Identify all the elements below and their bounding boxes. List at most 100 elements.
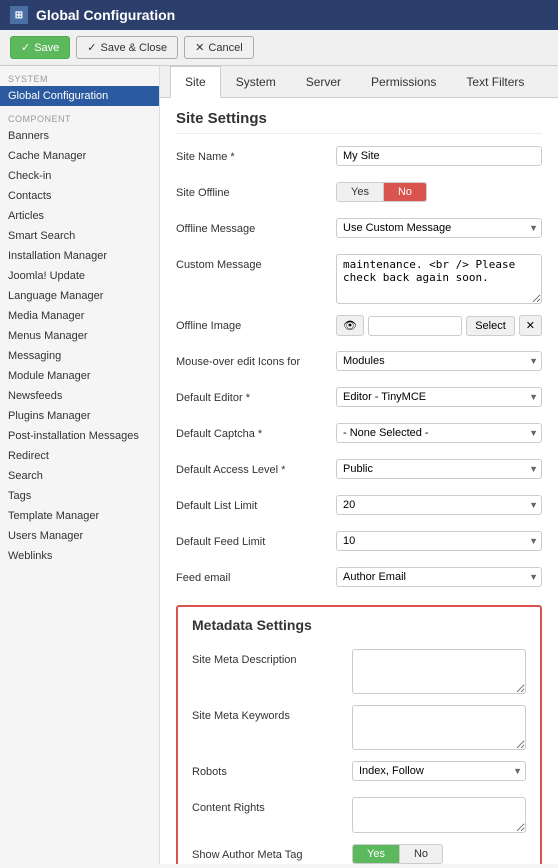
tabs-bar: Site System Server Permissions Text Filt… bbox=[160, 66, 558, 98]
custom-message-label: Custom Message bbox=[176, 254, 336, 271]
mouseover-edit-row: Mouse-over edit Icons for Modules ▼ bbox=[176, 351, 542, 379]
content-rights-textarea[interactable] bbox=[352, 797, 526, 833]
default-list-limit-select[interactable]: 20 bbox=[336, 495, 542, 515]
sidebar-item-newsfeeds[interactable]: Newsfeeds bbox=[0, 386, 159, 406]
cancel-button[interactable]: ✕ Cancel bbox=[184, 36, 253, 59]
site-offline-row: Site Offline Yes No bbox=[176, 182, 542, 210]
site-meta-description-control bbox=[352, 649, 526, 697]
offline-image-label: Offline Image bbox=[176, 315, 336, 332]
robots-select[interactable]: Index, Follow bbox=[352, 761, 526, 781]
metadata-settings-section: Metadata Settings Site Meta Description … bbox=[176, 605, 542, 864]
save-close-button[interactable]: ✓ Save & Close bbox=[76, 36, 178, 59]
tab-system[interactable]: System bbox=[221, 66, 291, 98]
sidebar-item-tags[interactable]: Tags bbox=[0, 486, 159, 506]
default-editor-select-wrap: Editor - TinyMCE ▼ bbox=[336, 387, 542, 407]
offline-image-row: Offline Image 👁 Select ✕ bbox=[176, 315, 542, 343]
feed-email-control: Author Email ▼ bbox=[336, 567, 542, 587]
sidebar-item-language-manager[interactable]: Language Manager bbox=[0, 286, 159, 306]
site-meta-description-label: Site Meta Description bbox=[192, 649, 352, 666]
default-captcha-select[interactable]: - None Selected - bbox=[336, 423, 542, 443]
custom-message-control: maintenance. <br /> Please check back ag… bbox=[336, 254, 542, 307]
tab-text-filters[interactable]: Text Filters bbox=[451, 66, 539, 98]
sidebar-item-smart-search[interactable]: Smart Search bbox=[0, 226, 159, 246]
site-offline-no-button[interactable]: No bbox=[384, 183, 426, 201]
system-section-label: SYSTEM bbox=[0, 66, 159, 86]
sidebar-item-module-manager[interactable]: Module Manager bbox=[0, 366, 159, 386]
sidebar-item-media-manager[interactable]: Media Manager bbox=[0, 306, 159, 326]
offline-message-row: Offline Message Use Custom Message ▼ bbox=[176, 218, 542, 246]
default-access-level-row: Default Access Level * Public ▼ bbox=[176, 459, 542, 487]
default-list-limit-row: Default List Limit 20 ▼ bbox=[176, 495, 542, 523]
offline-image-control: 👁 Select ✕ bbox=[336, 315, 542, 336]
site-offline-label: Site Offline bbox=[176, 182, 336, 199]
show-author-meta-tag-no-button[interactable]: No bbox=[400, 845, 442, 863]
sidebar-item-check-in[interactable]: Check-in bbox=[0, 166, 159, 186]
sidebar-item-contacts[interactable]: Contacts bbox=[0, 186, 159, 206]
default-access-level-select-wrap: Public ▼ bbox=[336, 459, 542, 479]
show-author-meta-tag-yes-button[interactable]: Yes bbox=[353, 845, 400, 863]
sidebar-item-redirect[interactable]: Redirect bbox=[0, 446, 159, 466]
content-rights-row: Content Rights bbox=[192, 797, 526, 836]
offline-message-control: Use Custom Message ▼ bbox=[336, 218, 542, 238]
site-name-row: Site Name * bbox=[176, 146, 542, 174]
feed-email-select[interactable]: Author Email bbox=[336, 567, 542, 587]
site-name-control bbox=[336, 146, 542, 166]
default-feed-limit-row: Default Feed Limit 10 ▼ bbox=[176, 531, 542, 559]
show-author-meta-tag-control: Yes No bbox=[352, 844, 526, 864]
default-list-limit-control: 20 ▼ bbox=[336, 495, 542, 515]
tab-permissions[interactable]: Permissions bbox=[356, 66, 451, 98]
sidebar-item-messaging[interactable]: Messaging bbox=[0, 346, 159, 366]
sidebar-item-global-config[interactable]: Global Configuration bbox=[0, 86, 159, 106]
offline-image-path-input[interactable] bbox=[368, 316, 462, 336]
default-captcha-row: Default Captcha * - None Selected - ▼ bbox=[176, 423, 542, 451]
sidebar-item-banners[interactable]: Banners bbox=[0, 126, 159, 146]
site-name-input[interactable] bbox=[336, 146, 542, 166]
content-rights-control bbox=[352, 797, 526, 836]
site-name-label: Site Name * bbox=[176, 146, 336, 163]
sidebar-item-joomla!-update[interactable]: Joomla! Update bbox=[0, 266, 159, 286]
sidebar-item-search[interactable]: Search bbox=[0, 466, 159, 486]
sidebar-item-articles[interactable]: Articles bbox=[0, 206, 159, 226]
site-meta-keywords-label: Site Meta Keywords bbox=[192, 705, 352, 722]
site-meta-keywords-textarea[interactable] bbox=[352, 705, 526, 750]
site-meta-description-textarea[interactable] bbox=[352, 649, 526, 694]
app-icon: ⊞ bbox=[10, 6, 28, 24]
save-button[interactable]: ✓ Save bbox=[10, 36, 70, 59]
sidebar-item-users-manager[interactable]: Users Manager bbox=[0, 526, 159, 546]
cancel-x-icon: ✕ bbox=[195, 41, 204, 54]
sidebar-item-plugins-manager[interactable]: Plugins Manager bbox=[0, 406, 159, 426]
custom-message-row: Custom Message maintenance. <br /> Pleas… bbox=[176, 254, 542, 307]
site-offline-yes-button[interactable]: Yes bbox=[337, 183, 384, 201]
custom-message-textarea[interactable]: maintenance. <br /> Please check back ag… bbox=[336, 254, 542, 304]
default-feed-limit-select[interactable]: 10 bbox=[336, 531, 542, 551]
mouseover-edit-control: Modules ▼ bbox=[336, 351, 542, 371]
tab-server[interactable]: Server bbox=[291, 66, 356, 98]
mouseover-edit-select-wrap: Modules ▼ bbox=[336, 351, 542, 371]
default-captcha-label: Default Captcha * bbox=[176, 423, 336, 440]
site-settings-title: Site Settings bbox=[176, 110, 542, 134]
sidebar-item-installation-manager[interactable]: Installation Manager bbox=[0, 246, 159, 266]
mouseover-edit-label: Mouse-over edit Icons for bbox=[176, 351, 336, 368]
sidebar-item-template-manager[interactable]: Template Manager bbox=[0, 506, 159, 526]
default-editor-select[interactable]: Editor - TinyMCE bbox=[336, 387, 542, 407]
sidebar-item-post-installation-messages[interactable]: Post-installation Messages bbox=[0, 426, 159, 446]
offline-image-select-button[interactable]: Select bbox=[466, 316, 515, 336]
offline-image-clear-button[interactable]: ✕ bbox=[519, 315, 542, 336]
default-list-limit-select-wrap: 20 ▼ bbox=[336, 495, 542, 515]
default-editor-control: Editor - TinyMCE ▼ bbox=[336, 387, 542, 407]
default-editor-label: Default Editor * bbox=[176, 387, 336, 404]
robots-row: Robots Index, Follow ▼ bbox=[192, 761, 526, 789]
site-meta-description-row: Site Meta Description bbox=[192, 649, 526, 697]
tab-site[interactable]: Site bbox=[170, 66, 221, 98]
show-author-meta-tag-label: Show Author Meta Tag bbox=[192, 844, 352, 861]
show-author-meta-tag-row: Show Author Meta Tag Yes No bbox=[192, 844, 526, 864]
mouseover-edit-select[interactable]: Modules bbox=[336, 351, 542, 371]
offline-message-select[interactable]: Use Custom Message bbox=[336, 218, 542, 238]
offline-image-preview-button[interactable]: 👁 bbox=[336, 315, 364, 336]
sidebar-item-menus-manager[interactable]: Menus Manager bbox=[0, 326, 159, 346]
default-feed-limit-control: 10 ▼ bbox=[336, 531, 542, 551]
default-access-level-select[interactable]: Public bbox=[336, 459, 542, 479]
robots-control: Index, Follow ▼ bbox=[352, 761, 526, 781]
sidebar-item-weblinks[interactable]: Weblinks bbox=[0, 546, 159, 566]
sidebar-item-cache-manager[interactable]: Cache Manager bbox=[0, 146, 159, 166]
